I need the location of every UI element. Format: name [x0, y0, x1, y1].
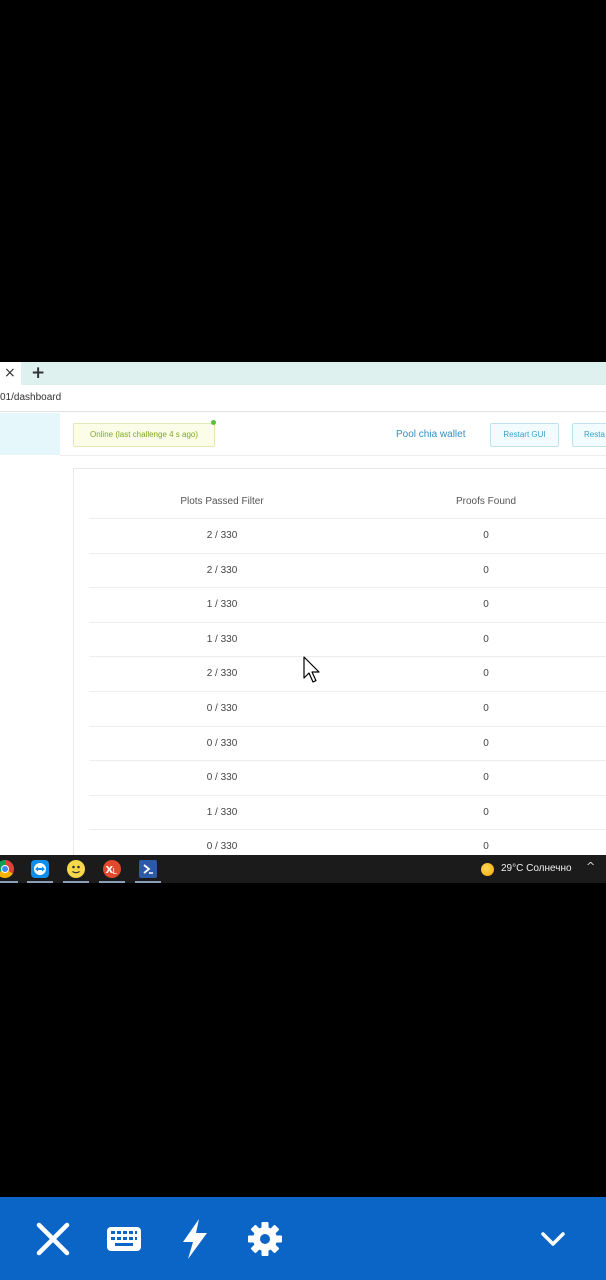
cell-proofs-found: 0: [483, 530, 489, 541]
cell-plots-passed: 1 / 330: [206, 806, 238, 818]
windows-taskbar: XL 29°C Солнечно ^: [0, 855, 606, 883]
lightning-icon[interactable]: [173, 1217, 217, 1261]
cell-proofs-found: 0: [483, 703, 489, 714]
cell-plots-passed: 0 / 330: [206, 737, 238, 749]
cell-plots-passed: 2 / 330: [206, 564, 238, 576]
taskbar-app-powershell[interactable]: [134, 855, 162, 883]
tab-close-icon[interactable]: ×: [4, 365, 16, 381]
status-badge: Online (last challenge 4 s ago): [73, 423, 215, 447]
cell-proofs-found: 0: [483, 599, 489, 611]
table-row: 2 / 330 0: [89, 518, 606, 553]
table-row: 1 / 330 0: [89, 587, 606, 622]
cell-plots-passed: 0 / 330: [206, 772, 238, 784]
cell-proofs-found: 0: [483, 806, 489, 818]
column-header-plots-passed: Plots Passed Filter: [180, 496, 264, 507]
cell-plots-passed: 1 / 330: [206, 633, 238, 645]
powershell-icon: [139, 860, 157, 878]
tray-chevron-up-icon[interactable]: ^: [586, 860, 595, 873]
sidebar: [0, 455, 60, 855]
cell-proofs-found: 0: [483, 564, 489, 576]
table-row: 1 / 330 0: [89, 621, 606, 657]
pool-wallet-link[interactable]: Pool chia wallet: [396, 429, 465, 440]
cell-plots-passed: 1 / 330: [206, 599, 238, 611]
restart-gui-button[interactable]: Restart GUI: [490, 423, 559, 447]
emoji-app-icon: [67, 860, 85, 878]
status-dot-icon: [211, 420, 216, 425]
xl-app-icon: XL: [103, 860, 121, 878]
keyboard-icon[interactable]: [102, 1217, 146, 1261]
sidebar-item-active[interactable]: [0, 413, 60, 455]
column-header-proofs-found: Proofs Found: [455, 496, 517, 507]
remote-screen: × + 01/dashboard Online (last challenge …: [0, 362, 606, 883]
cell-plots-passed: 0 / 330: [206, 703, 238, 714]
weather-text[interactable]: 29°C Солнечно: [501, 863, 572, 874]
taskbar-app-teamviewer[interactable]: [26, 855, 54, 883]
close-icon[interactable]: [31, 1217, 75, 1261]
url-text[interactable]: 01/dashboard: [0, 392, 61, 403]
table-row: 2 / 330 0: [89, 656, 606, 691]
table-row: 2 / 330 0: [89, 552, 606, 588]
address-bar[interactable]: 01/dashboard: [0, 385, 606, 412]
chevron-down-icon[interactable]: [531, 1217, 575, 1261]
header-divider: [60, 455, 606, 456]
browser-tab-strip: × +: [0, 362, 606, 385]
cell-proofs-found: 0: [483, 772, 489, 784]
cell-proofs-found: 0: [483, 668, 489, 680]
taskbar-app-chrome[interactable]: [0, 855, 19, 883]
chrome-icon: [0, 860, 14, 878]
table-row: 0 / 330 0: [89, 691, 606, 726]
taskbar-app-emoji[interactable]: [62, 855, 90, 883]
cell-plots-passed: 2 / 330: [206, 530, 238, 541]
table-row: 0 / 330 0: [89, 725, 606, 761]
cell-proofs-found: 0: [483, 633, 489, 645]
taskbar-app-xl[interactable]: XL: [98, 855, 126, 883]
svg-text:L: L: [113, 867, 118, 876]
restart-button[interactable]: Resta: [572, 423, 606, 447]
table-row: 0 / 330 0: [89, 760, 606, 795]
gear-icon[interactable]: [243, 1217, 287, 1261]
new-tab-button[interactable]: +: [31, 363, 45, 383]
remote-control-toolbar: [0, 1197, 606, 1280]
sun-icon: [481, 863, 494, 876]
table-row: 1 / 330 0: [89, 794, 606, 830]
cell-proofs-found: 0: [483, 737, 489, 749]
teamviewer-icon: [31, 860, 49, 878]
mouse-cursor-icon: [303, 656, 320, 683]
